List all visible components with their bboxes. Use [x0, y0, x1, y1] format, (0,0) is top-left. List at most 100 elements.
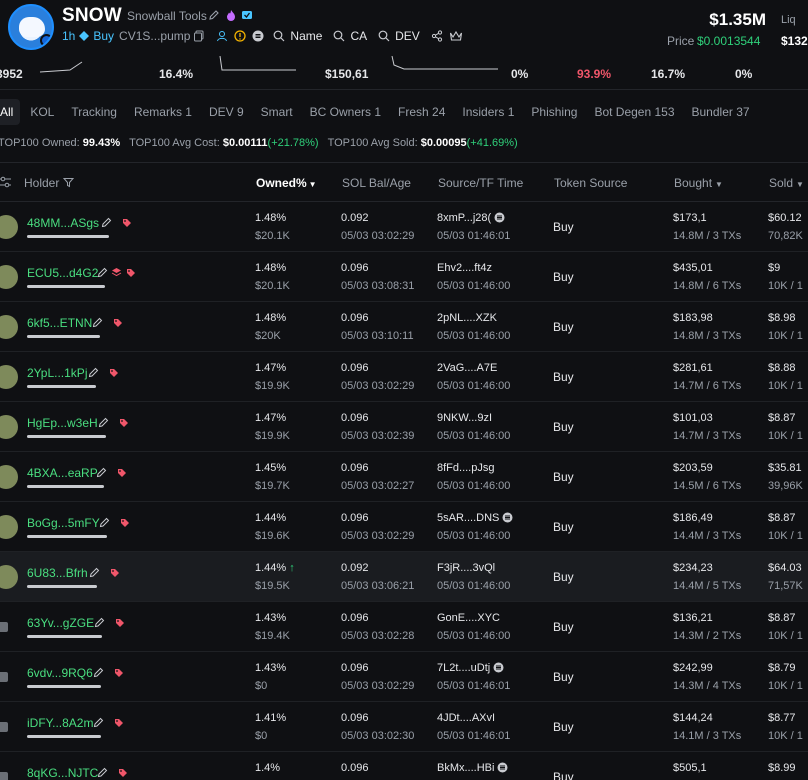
tab-kol[interactable]: KOL	[23, 99, 61, 125]
funding-source-address: GonE....XYC	[437, 612, 500, 624]
holding-bar	[27, 385, 96, 388]
tab-phishing[interactable]: Phishing	[524, 99, 584, 125]
holders-icon[interactable]	[216, 30, 228, 42]
bundler-tag-icon	[116, 619, 124, 627]
platform-badge-icon	[40, 34, 52, 47]
funding-source[interactable]: 2pNL....XZK	[437, 312, 497, 324]
holder-address[interactable]: 48MM...ASgs	[27, 216, 99, 230]
column-settings-icon[interactable]	[0, 175, 12, 189]
table-row[interactable]: HgEp...w3eH 1.47% $19.9K 0.096 05/03 03:02:3…	[0, 402, 808, 452]
funding-source[interactable]: 9NKW...9zI	[437, 412, 492, 424]
table-row[interactable]: ECU5...d4G2 1.48% $20.1K 0.096 05/03 03:08:3…	[0, 252, 808, 302]
holder-address[interactable]: 2YpL...1kPj	[27, 366, 87, 380]
table-row[interactable]: 4BXA...eaRP 1.45% $19.7K 0.096 05/03 03:02:2…	[0, 452, 808, 502]
holder-address[interactable]: 4BXA...eaRP	[27, 466, 98, 480]
search-dev-link[interactable]: DEV	[395, 29, 420, 43]
edit-remark-icon[interactable]	[97, 267, 108, 278]
holding-bar	[27, 335, 100, 338]
edit-remark-icon[interactable]	[89, 567, 100, 578]
owned-percent-value: 1.47%	[255, 362, 287, 374]
funding-source[interactable]: Ehv2....ft4z	[437, 262, 492, 274]
holder-address[interactable]: iDFY...8A2m	[27, 716, 93, 730]
search-name-icon[interactable]	[273, 30, 285, 42]
copy-icon[interactable]	[193, 30, 205, 42]
edit-remark-icon[interactable]	[97, 767, 108, 778]
edit-remark-icon[interactable]	[96, 467, 107, 478]
funding-source[interactable]: 2VaG....A7E	[437, 362, 497, 374]
tab-fresh[interactable]: Fresh 24	[391, 99, 452, 125]
col-bought[interactable]: Bought ▼	[674, 176, 723, 190]
table-row[interactable]: 63Yv...gZGE 1.43% $19.4K 0.096 05/03 03:02:2…	[0, 602, 808, 652]
holding-bar	[27, 635, 102, 638]
funding-source[interactable]: 8fFd....pJsg	[437, 462, 494, 474]
col-sold[interactable]: Sold ▼	[769, 176, 804, 190]
holder-address[interactable]: ECU5...d4G2	[27, 266, 98, 280]
col-token-source[interactable]: Token Source	[554, 176, 627, 190]
search-ca-link[interactable]: CA	[350, 29, 367, 43]
tab-bundler[interactable]: Bundler 37	[685, 99, 757, 125]
table-row[interactable]: 2YpL...1kPj 1.47% $19.9K 0.096 05/03 03:02:2…	[0, 352, 808, 402]
edit-remark-icon[interactable]	[94, 617, 105, 628]
edit-remark-icon[interactable]	[92, 317, 103, 328]
warning-icon[interactable]	[234, 30, 247, 42]
table-row[interactable]: BoGg...5mFY 1.44% $19.6K 0.096 05/03 03:02:2…	[0, 502, 808, 552]
tab-smart[interactable]: Smart	[254, 99, 300, 125]
tab-dev[interactable]: DEV 9	[202, 99, 251, 125]
price-label: Price	[667, 34, 695, 48]
tab-insiders[interactable]: Insiders 1	[455, 99, 521, 125]
tab-tracking[interactable]: Tracking	[64, 99, 124, 125]
funding-source[interactable]: 5sAR....DNS	[437, 512, 513, 524]
tab-bc-owners[interactable]: BC Owners 1	[303, 99, 388, 125]
funding-source-address: BkMx....HBi	[437, 762, 495, 774]
edit-remark-icon[interactable]	[93, 667, 104, 678]
edit-remark-icon[interactable]	[99, 517, 110, 528]
holder-address[interactable]: 6vdv...9RQ6	[27, 666, 93, 680]
table-row[interactable]: iDFY...8A2m 1.41% $0 0.096 05/03 03:02:30 4JD…	[0, 702, 808, 752]
funding-source[interactable]: 7L2t....uDtj	[437, 662, 504, 674]
holder-address[interactable]: 8qKG...NJTC	[27, 766, 98, 780]
tab-all[interactable]: All	[0, 99, 21, 125]
search-ca-icon[interactable]	[333, 30, 345, 42]
edit-remark-icon[interactable]	[101, 217, 112, 228]
funding-source[interactable]: BkMx....HBi	[437, 762, 508, 774]
crown-icon[interactable]	[449, 30, 463, 42]
edit-remark-icon[interactable]	[88, 367, 99, 378]
token-avatar[interactable]	[8, 4, 54, 50]
sold-amount-txs: 39,96K	[768, 480, 803, 492]
funding-source[interactable]: F3jR....3vQl	[437, 562, 495, 574]
table-row[interactable]: 8qKG...NJTC 1.4% 0.096 BkMx....HBi Buy $505,1…	[0, 752, 808, 780]
edit-remark-icon[interactable]	[98, 417, 109, 428]
edit-remark-icon[interactable]	[93, 717, 104, 728]
col-source[interactable]: Source/TF Time	[438, 176, 523, 190]
funding-source[interactable]: GonE....XYC	[437, 612, 500, 624]
table-row[interactable]: 6vdv...9RQ6 1.43% $0 0.096 05/03 03:02:29 7L2…	[0, 652, 808, 702]
share-icon[interactable]	[431, 30, 443, 42]
holder-address[interactable]: HgEp...w3eH	[27, 416, 98, 430]
menu-circle-icon[interactable]	[252, 30, 264, 42]
search-dev-icon[interactable]	[378, 30, 390, 42]
col-holder[interactable]: Holder	[24, 176, 74, 190]
holder-address[interactable]: 6kf5...ETNN	[27, 316, 92, 330]
holder-address[interactable]: 63Yv...gZGE	[27, 616, 94, 630]
col-sol-bal[interactable]: SOL Bal/Age	[342, 176, 411, 190]
funding-source[interactable]: 8xmP...j28(	[437, 212, 505, 224]
table-row[interactable]: 6kf5...ETNN 1.48% $20K 0.096 05/03 03:10:11 2…	[0, 302, 808, 352]
filter-icon[interactable]	[62, 177, 74, 188]
search-name-link[interactable]: Name	[290, 29, 322, 43]
tab-remarks[interactable]: Remarks 1	[127, 99, 199, 125]
table-row[interactable]: 6U83...Bfrh 1.44% ↑ $19.5K 0.092 05/03 03:06…	[0, 552, 808, 602]
buy-link[interactable]: Buy	[93, 29, 114, 43]
edit-icon[interactable]	[208, 9, 220, 21]
tab-bot-degen[interactable]: Bot Degen 153	[587, 99, 681, 125]
holder-address[interactable]: BoGg...5mFY	[27, 516, 100, 530]
funding-source[interactable]: 4JDt....AXvI	[437, 712, 495, 724]
transfer-time: 05/03 01:46:01	[437, 230, 511, 242]
table-row[interactable]: 48MM...ASgs 1.48% $20.1K 0.092 05/03 03:02:2…	[0, 202, 808, 252]
col-owned[interactable]: Owned% ▼	[256, 176, 317, 190]
sold-usd: $8.77	[768, 712, 796, 724]
owned-usd: $20.1K	[255, 230, 290, 242]
bundler-tag-icon	[115, 719, 123, 727]
transfer-time: 05/03 01:46:00	[437, 380, 511, 392]
holder-avatar	[0, 772, 8, 780]
holder-address[interactable]: 6U83...Bfrh	[27, 566, 88, 580]
